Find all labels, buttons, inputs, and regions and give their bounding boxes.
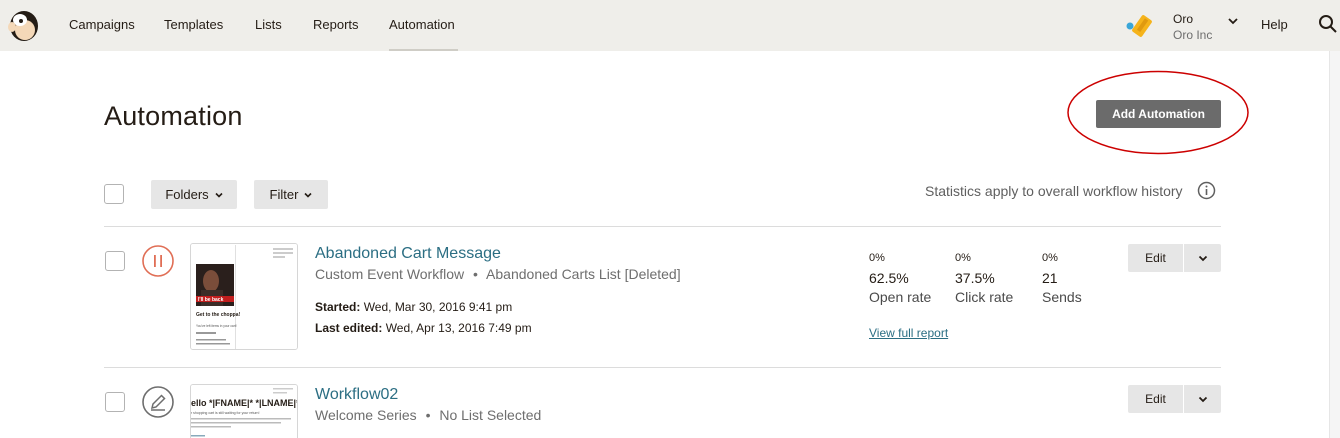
nav-templates[interactable]: Templates xyxy=(164,17,223,32)
draft-pencil-icon[interactable] xyxy=(141,385,175,419)
account-org: Oro Inc xyxy=(1173,28,1213,42)
stat-open-rate: 0% 62.5% Open rate xyxy=(869,252,931,305)
email-preview-thumbnail[interactable]: I'll be back Get to the choppa! You've l… xyxy=(190,243,298,350)
mailchimp-logo[interactable] xyxy=(6,7,42,45)
edit-button-group: Edit xyxy=(1128,385,1221,413)
info-icon[interactable] xyxy=(1197,181,1216,200)
thumb-banner-text: I'll be back xyxy=(198,297,224,303)
filter-label: Filter xyxy=(269,187,299,202)
edit-button[interactable]: Edit xyxy=(1128,244,1183,272)
stat-label: Sends xyxy=(1042,289,1082,305)
nav-campaigns[interactable]: Campaigns xyxy=(69,17,135,32)
workflow-title[interactable]: Abandoned Cart Message xyxy=(315,245,501,263)
workflow-subtitle: Custom Event Workflow • Abandoned Carts … xyxy=(315,266,681,282)
workflow-edited: Last edited: Wed, Apr 13, 2016 7:49 pm xyxy=(315,321,532,335)
edit-options-dropdown[interactable] xyxy=(1184,244,1221,272)
nav-automation[interactable]: Automation xyxy=(389,17,455,32)
workflow-list: No List Selected xyxy=(439,407,542,423)
email-preview-image: I'll be back Get to the choppa! You've l… xyxy=(191,244,297,349)
edited-label: Last edited: xyxy=(315,321,383,335)
workflow-type: Custom Event Workflow xyxy=(315,266,465,282)
stat-value: 37.5% xyxy=(955,270,995,286)
email-preview-thumbnail[interactable]: ello *|FNAME|* *|LNAME|*! r shopping car… xyxy=(190,384,298,438)
help-link[interactable]: Help xyxy=(1261,17,1288,32)
search-icon[interactable] xyxy=(1318,14,1338,34)
stat-sends: 0% 21 Sends xyxy=(1042,252,1082,305)
workflow-started: Started: Wed, Mar 30, 2016 9:41 pm xyxy=(315,300,512,314)
stat-value: 62.5% xyxy=(869,270,909,286)
top-nav: Campaigns Templates Lists Reports Automa… xyxy=(0,0,1340,51)
edit-button-group: Edit xyxy=(1128,244,1221,272)
stat-label: Click rate xyxy=(955,289,1014,305)
select-all-checkbox[interactable] xyxy=(104,184,124,204)
page-scrollbar[interactable] xyxy=(1329,51,1340,438)
edit-options-dropdown[interactable] xyxy=(1184,385,1221,413)
separator-dot: • xyxy=(425,407,431,423)
workflow-subtitle: Welcome Series • No List Selected xyxy=(315,407,541,423)
row-divider xyxy=(104,367,1221,368)
filter-dropdown[interactable]: Filter xyxy=(254,180,328,209)
stat-value: 21 xyxy=(1042,270,1058,286)
account-name: Oro xyxy=(1173,12,1194,26)
folders-label: Folders xyxy=(165,187,209,202)
stat-change: 0% xyxy=(1042,252,1058,264)
stat-click-rate: 0% 37.5% Click rate xyxy=(955,252,1013,305)
email-preview-image: ello *|FNAME|* *|LNAME|*! r shopping car… xyxy=(191,385,298,438)
folders-dropdown[interactable]: Folders xyxy=(151,180,237,209)
workflow-title[interactable]: Workflow02 xyxy=(315,386,398,404)
row-checkbox[interactable] xyxy=(105,392,125,412)
edited-value: Wed, Apr 13, 2016 7:49 pm xyxy=(385,321,532,335)
edit-button[interactable]: Edit xyxy=(1128,385,1183,413)
thumb-heading: Get to the choppa! xyxy=(196,312,241,318)
thumb-heading: ello *|FNAME|* *|LNAME|*! xyxy=(191,398,298,408)
thumb-line: r shopping cart is still waiting for you… xyxy=(191,411,259,415)
account-avatar-icon xyxy=(1126,15,1152,37)
stat-change: 0% xyxy=(955,252,971,264)
separator-dot: • xyxy=(473,266,478,282)
workflow-type: Welcome Series xyxy=(315,407,417,423)
page-title: Automation xyxy=(104,101,243,131)
add-automation-button[interactable]: Add Automation xyxy=(1096,100,1221,128)
chevron-down-icon xyxy=(1198,255,1207,261)
nav-active-indicator xyxy=(389,49,458,51)
started-label: Started: xyxy=(315,300,361,314)
started-value: Wed, Mar 30, 2016 9:41 pm xyxy=(363,300,513,314)
nav-reports[interactable]: Reports xyxy=(313,17,359,32)
chevron-down-icon xyxy=(215,192,223,198)
chevron-down-icon xyxy=(304,192,313,198)
nav-lists[interactable]: Lists xyxy=(255,17,282,32)
stat-change: 0% xyxy=(869,252,885,264)
chevron-down-icon xyxy=(1228,18,1238,25)
chevron-down-icon xyxy=(1198,396,1207,402)
thumb-line: You've left items in your cart! xyxy=(196,324,237,328)
workflow-list: Abandoned Carts List [Deleted] xyxy=(486,266,681,282)
row-checkbox[interactable] xyxy=(105,251,125,271)
view-full-report-link[interactable]: View full report xyxy=(869,326,948,340)
pause-icon[interactable] xyxy=(141,244,175,278)
statistics-note: Statistics apply to overall workflow his… xyxy=(925,183,1183,199)
stat-label: Open rate xyxy=(869,289,932,305)
row-divider xyxy=(104,226,1221,227)
